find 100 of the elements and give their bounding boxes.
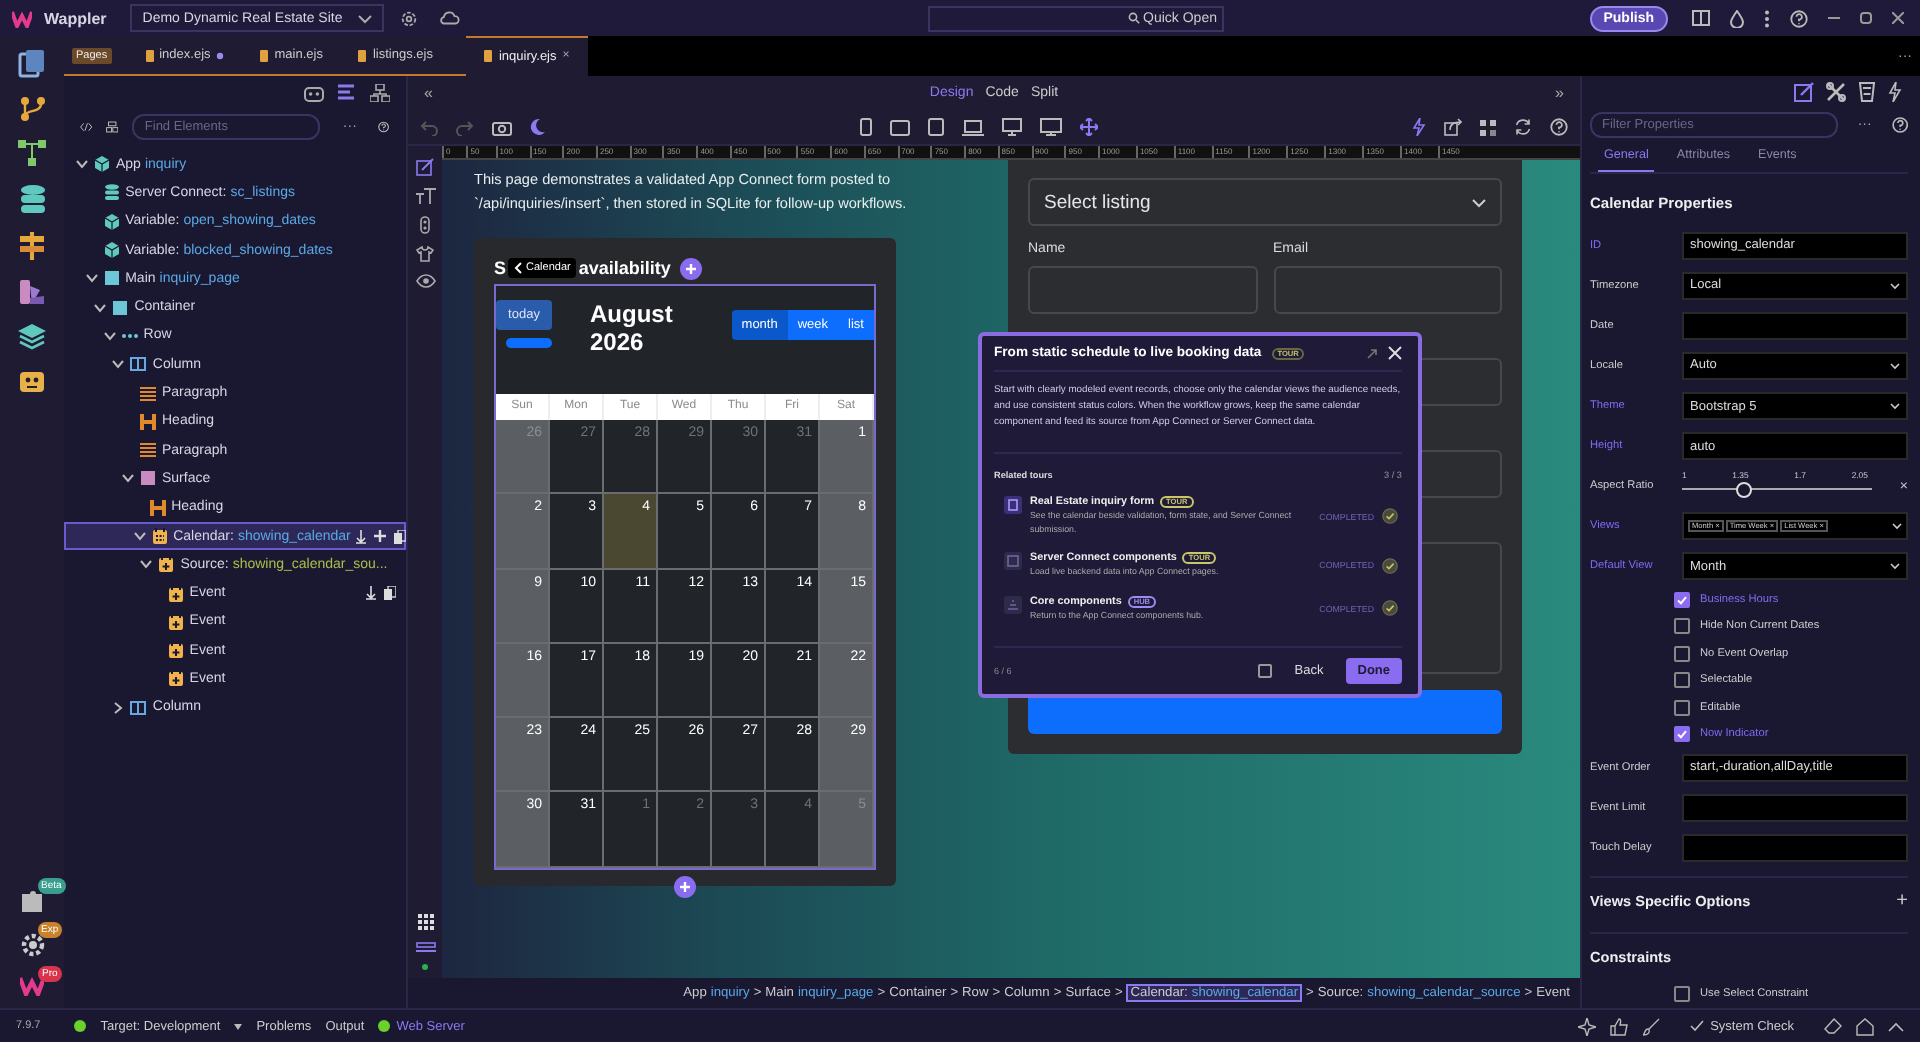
checkbox[interactable] bbox=[1674, 645, 1690, 662]
input-field[interactable] bbox=[1682, 833, 1908, 862]
home-icon[interactable] bbox=[1856, 1017, 1874, 1035]
refresh-icon[interactable] bbox=[1514, 118, 1532, 136]
edit-icon[interactable] bbox=[416, 158, 434, 176]
robot-icon[interactable] bbox=[18, 368, 46, 394]
add-icon[interactable] bbox=[680, 257, 703, 279]
files-icon[interactable] bbox=[18, 48, 46, 78]
css-icon[interactable] bbox=[1858, 82, 1876, 103]
flow-icon[interactable] bbox=[18, 140, 46, 166]
edit-icon[interactable] bbox=[1794, 82, 1814, 103]
checkbox[interactable] bbox=[1674, 726, 1690, 742]
add-icon[interactable] bbox=[374, 530, 387, 542]
calendar-title: August 2026 bbox=[590, 300, 675, 356]
chevron-icon[interactable] bbox=[76, 158, 88, 171]
hub-icon bbox=[1004, 595, 1022, 613]
checkbox[interactable] bbox=[1674, 592, 1690, 609]
hierarchy-icon[interactable] bbox=[370, 84, 390, 102]
chevron-icon[interactable] bbox=[112, 701, 125, 714]
split-view-icon[interactable] bbox=[1692, 10, 1710, 26]
slider-thumb[interactable] bbox=[1736, 481, 1753, 498]
shirt-icon[interactable] bbox=[416, 246, 434, 262]
camera-icon[interactable] bbox=[492, 119, 512, 135]
thumbs-up-icon[interactable] bbox=[1610, 1017, 1629, 1035]
input-field[interactable] bbox=[1273, 266, 1502, 314]
expand-button[interactable]: + bbox=[1896, 890, 1908, 913]
close-icon[interactable] bbox=[1892, 12, 1904, 24]
copy-icon[interactable] bbox=[384, 586, 396, 601]
laptop-icon[interactable] bbox=[962, 119, 984, 135]
help-icon[interactable] bbox=[1891, 116, 1908, 135]
link-icon[interactable] bbox=[1366, 347, 1378, 359]
checkbox[interactable] bbox=[1674, 618, 1690, 635]
chevron-icon[interactable] bbox=[112, 358, 125, 371]
code-icon[interactable] bbox=[80, 120, 93, 134]
branch-icon[interactable] bbox=[19, 96, 45, 122]
sparkle-icon[interactable] bbox=[1578, 1017, 1597, 1035]
checkbox[interactable] bbox=[1674, 986, 1690, 1003]
traffic-light-icon[interactable] bbox=[420, 216, 430, 234]
input-field[interactable] bbox=[1682, 793, 1908, 822]
tools-icon[interactable] bbox=[1826, 82, 1846, 103]
help-icon[interactable] bbox=[1550, 118, 1568, 136]
lightning-icon[interactable] bbox=[1888, 82, 1902, 103]
signpost-icon[interactable] bbox=[18, 232, 46, 260]
chevron-icon[interactable] bbox=[122, 472, 134, 485]
move-down-icon[interactable] bbox=[356, 529, 367, 543]
cloud-icon[interactable] bbox=[438, 10, 461, 26]
robot-icon[interactable] bbox=[304, 84, 324, 102]
settings-icon[interactable] bbox=[400, 9, 419, 27]
lightning-icon[interactable] bbox=[1412, 118, 1426, 136]
checkbox[interactable] bbox=[1258, 664, 1273, 678]
element-icon bbox=[167, 642, 184, 659]
checkbox[interactable] bbox=[1674, 672, 1690, 689]
monitor-icon[interactable] bbox=[1040, 118, 1062, 136]
layers-icon[interactable] bbox=[18, 324, 46, 350]
puzzle-icon[interactable] bbox=[19, 888, 45, 914]
logo-icon[interactable] bbox=[20, 976, 44, 996]
element-icon bbox=[140, 470, 156, 487]
maximize-icon[interactable] bbox=[1860, 12, 1872, 24]
minimize-icon[interactable] bbox=[1828, 12, 1840, 24]
add-icon[interactable] bbox=[674, 875, 696, 898]
caret-icon[interactable] bbox=[358, 13, 373, 23]
caret-icon[interactable] bbox=[234, 1023, 243, 1029]
layout-bar-icon[interactable] bbox=[415, 942, 435, 952]
chevron-icon[interactable] bbox=[140, 558, 153, 571]
text-size-icon[interactable] bbox=[415, 188, 435, 204]
settings-icon[interactable] bbox=[19, 932, 45, 958]
drop-icon[interactable] bbox=[1730, 9, 1744, 27]
move-icon[interactable] bbox=[1080, 118, 1098, 136]
collapse-left-button[interactable]: « bbox=[424, 84, 433, 102]
chevron-icon[interactable] bbox=[103, 329, 116, 342]
help-icon[interactable] bbox=[378, 118, 390, 136]
collapse-right-button[interactable]: » bbox=[1555, 84, 1564, 102]
input-field[interactable] bbox=[1682, 311, 1908, 340]
chevron-up-icon[interactable] bbox=[1888, 1021, 1904, 1031]
qr-code-icon[interactable] bbox=[1480, 119, 1496, 135]
palette-icon[interactable] bbox=[18, 278, 46, 306]
checkbox[interactable] bbox=[1674, 699, 1690, 716]
help-icon[interactable] bbox=[1790, 9, 1808, 27]
grid-icon[interactable] bbox=[417, 914, 433, 930]
move-down-icon[interactable] bbox=[366, 586, 376, 601]
copy-icon[interactable] bbox=[394, 529, 407, 543]
chevron-icon[interactable] bbox=[85, 272, 98, 285]
phone-icon[interactable] bbox=[860, 118, 872, 136]
logo-icon bbox=[12, 9, 32, 27]
blank-button[interactable] bbox=[506, 338, 552, 348]
input-field[interactable] bbox=[1028, 266, 1257, 314]
database-icon[interactable] bbox=[19, 184, 45, 214]
share-icon[interactable] bbox=[1444, 118, 1462, 136]
kebab-menu-icon[interactable] bbox=[1764, 9, 1770, 27]
brush-icon[interactable] bbox=[1642, 1017, 1661, 1035]
desktop-icon[interactable] bbox=[1002, 118, 1022, 136]
chevron-icon[interactable] bbox=[94, 301, 107, 314]
status-dot-icon bbox=[378, 1020, 391, 1032]
components-icon[interactable] bbox=[106, 118, 119, 136]
chevron-icon[interactable] bbox=[133, 530, 146, 542]
eraser-icon[interactable] bbox=[1824, 1018, 1842, 1034]
listing-select[interactable]: Select listing bbox=[1028, 178, 1502, 226]
moon-icon[interactable] bbox=[530, 118, 546, 136]
eye-icon[interactable] bbox=[415, 274, 435, 288]
list-icon[interactable] bbox=[338, 84, 356, 102]
